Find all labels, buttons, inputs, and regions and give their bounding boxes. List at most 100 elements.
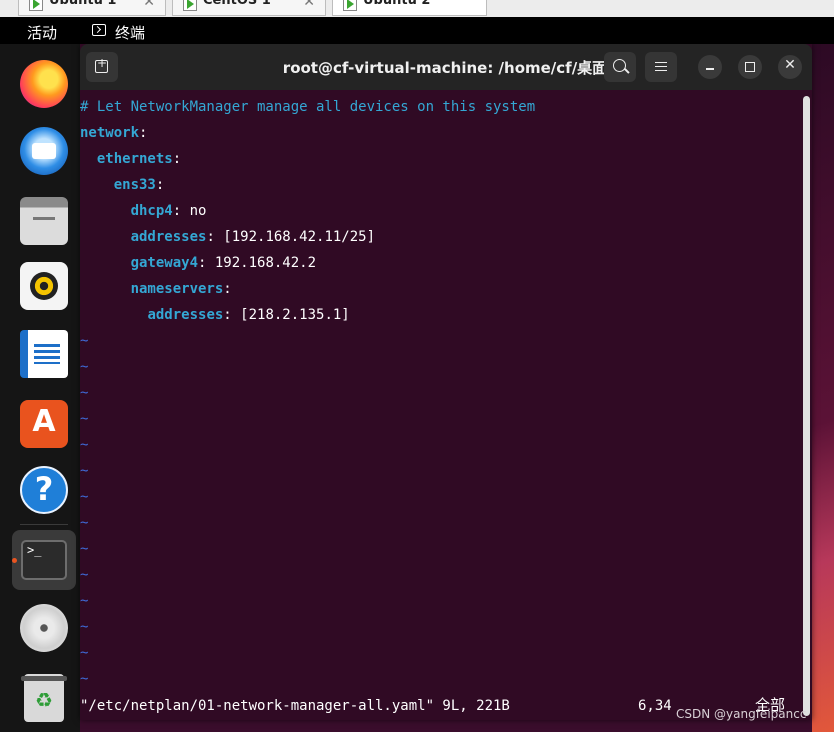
hamburger-icon (655, 62, 667, 71)
terminal-icon[interactable]: >_ (21, 540, 67, 580)
code-line: network: (80, 120, 147, 146)
yaml-separator: : (172, 203, 182, 219)
yaml-separator: : (223, 281, 232, 297)
vm-tab-ubuntu-1[interactable]: Ubuntu 1 ✕ (18, 0, 166, 16)
close-icon[interactable]: ✕ (143, 0, 155, 10)
yaml-key: addresses (130, 229, 207, 245)
yaml-value: [192.168.42.11/25] (214, 229, 376, 245)
dock-separator (20, 524, 68, 525)
code-line: # Let NetworkManager manage all devices … (80, 94, 535, 120)
empty-line-marker: ~ (80, 359, 89, 375)
yaml-key: dhcp4 (130, 203, 173, 219)
vm-icon (343, 0, 357, 11)
code-line: nameservers: (80, 276, 232, 302)
code-line: ethernets: (80, 146, 181, 172)
software-glyph: A (32, 404, 56, 439)
terminal-glyph: >_ (27, 543, 42, 557)
vm-icon (183, 0, 197, 11)
maximize-icon (745, 62, 755, 72)
yaml-separator: : (206, 229, 215, 245)
recycle-glyph: ♻ (35, 688, 53, 712)
new-tab-button[interactable]: + (86, 52, 118, 82)
minimize-button[interactable] (698, 55, 722, 79)
vm-icon (29, 0, 43, 11)
empty-line-marker: ~ (80, 671, 89, 687)
vm-tab-strip: Ubuntu 1 ✕ CentOS 1 ✕ Ubuntu 2 (0, 0, 834, 18)
plus-icon: + (96, 56, 108, 70)
yaml-separator: : (172, 151, 182, 167)
code-line: addresses: [218.2.135.1] (80, 302, 350, 328)
search-icon-handle (624, 68, 630, 74)
empty-line-marker: ~ (80, 619, 89, 635)
vm-tab-label: CentOS 1 (203, 0, 271, 8)
vm-tab-centos-1[interactable]: CentOS 1 ✕ (172, 0, 326, 16)
disc-icon[interactable] (20, 604, 68, 652)
rhythmbox-icon[interactable] (20, 262, 68, 310)
terminal-app-icon (92, 24, 106, 36)
empty-line-marker: ~ (80, 333, 89, 349)
yaml-separator: : (155, 177, 165, 193)
thunderbird-icon[interactable] (20, 127, 68, 175)
empty-line-marker: ~ (80, 645, 89, 661)
vm-tab-ubuntu-2[interactable]: Ubuntu 2 (332, 0, 487, 16)
vm-tab-label: Ubuntu 2 (363, 0, 431, 8)
header-bar: + root@cf-virtual-machine: /home/cf/桌面 ✕ (80, 44, 812, 90)
top-bar: 活动 终端 (0, 17, 834, 44)
files-icon[interactable] (20, 197, 68, 245)
libreoffice-writer-icon[interactable] (20, 330, 68, 378)
empty-line-marker: ~ (80, 515, 89, 531)
empty-line-marker: ~ (80, 437, 89, 453)
desktop-wallpaper (812, 44, 834, 732)
watermark: CSDN @yangfeipancc (676, 707, 807, 721)
empty-line-marker: ~ (80, 411, 89, 427)
yaml-separator: : (139, 125, 148, 141)
software-center-icon[interactable]: A (20, 400, 68, 448)
app-menu[interactable]: 终端 (115, 22, 145, 43)
search-icon (613, 59, 626, 72)
yaml-key: ens33 (113, 177, 156, 193)
trash-icon[interactable]: ♻ (21, 674, 67, 722)
yaml-key: addresses (147, 307, 224, 323)
vm-tab-label: Ubuntu 1 (49, 0, 117, 8)
code-line: ens33: (80, 172, 165, 198)
close-button[interactable]: ✕ (778, 55, 802, 79)
yaml-key: network (80, 125, 140, 141)
empty-line-marker: ~ (80, 541, 89, 557)
empty-line-marker: ~ (80, 463, 89, 479)
close-icon: ✕ (784, 57, 796, 73)
help-icon[interactable]: ? (20, 466, 68, 514)
code-comment: # Let NetworkManager manage all devices … (80, 99, 536, 115)
window-title: root@cf-virtual-machine: /home/cf/桌面 (282, 59, 608, 77)
yaml-value: no (181, 203, 207, 219)
empty-line-marker: ~ (80, 489, 89, 505)
search-button[interactable] (604, 52, 636, 82)
maximize-button[interactable] (738, 55, 762, 79)
close-icon[interactable]: ✕ (303, 0, 315, 10)
yaml-value: 192.168.42.2 (206, 255, 317, 271)
yaml-value: [218.2.135.1] (231, 307, 350, 323)
terminal-window: + root@cf-virtual-machine: /home/cf/桌面 ✕… (80, 44, 812, 720)
firefox-icon[interactable] (20, 60, 68, 108)
code-line: dhcp4: no (80, 198, 207, 224)
empty-line-marker: ~ (80, 567, 89, 583)
code-line: addresses: [192.168.42.11/25] (80, 224, 375, 250)
dock: A ? >_ ♻ (0, 44, 80, 732)
yaml-separator: : (223, 307, 232, 323)
activities-button[interactable]: 活动 (27, 22, 57, 43)
yaml-key: nameservers (130, 281, 224, 297)
empty-line-marker: ~ (80, 593, 89, 609)
scrollbar[interactable] (803, 96, 810, 716)
help-glyph: ? (34, 470, 54, 508)
vim-cursor-position: 6,34 (638, 698, 672, 714)
yaml-key: ethernets (96, 151, 173, 167)
code-line: gateway4: 192.168.42.2 (80, 250, 316, 276)
terminal-content[interactable]: # Let NetworkManager manage all devices … (80, 90, 802, 720)
menu-button[interactable] (645, 52, 677, 82)
